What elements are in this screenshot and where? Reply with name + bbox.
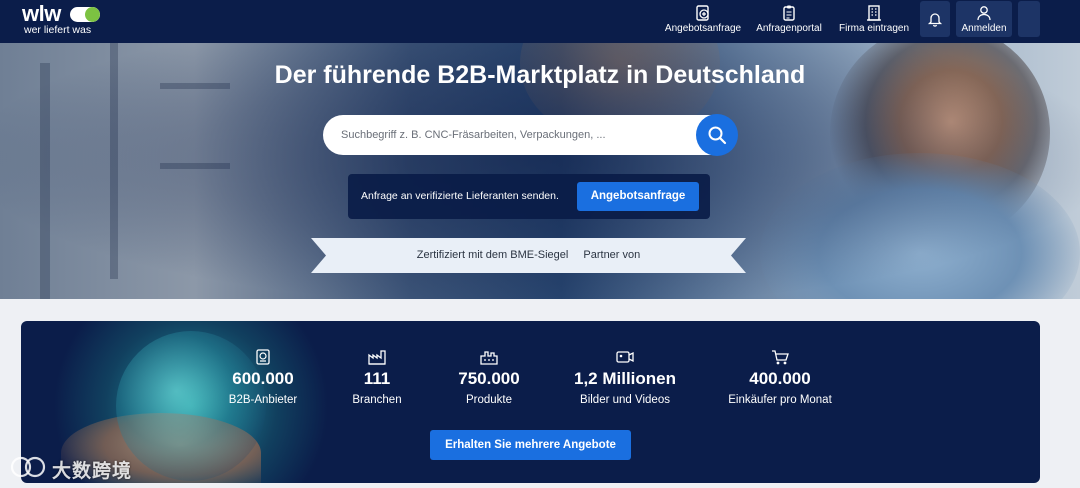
logo-tagline: wer liefert was [24,24,92,36]
bell-icon [927,13,943,27]
factory-icon [480,351,498,365]
stat-value: 400.000 [749,369,811,388]
stat-branchen: 111 Branchen [337,321,417,421]
login-label: Anmelden [961,23,1007,34]
search-icon [708,126,727,145]
watermark: 大数跨境 [8,454,148,484]
media-icon [616,351,634,363]
stat-label: Bilder und Videos [580,394,670,406]
nav-label: Anfragenportal [756,23,822,34]
search-bar [323,114,738,156]
watermark-text: 大数跨境 [52,461,133,482]
logo-pill-icon [70,7,100,22]
request-plus-icon [696,5,709,21]
top-navigation-bar: wlw wer liefert was Angebotsanfrage Anfr… [0,0,1080,43]
user-icon [977,6,991,21]
partner-text: Partner von [583,249,641,261]
get-offers-button[interactable]: Erhalten Sie mehrere Angebote [430,430,631,460]
stat-label: Branchen [352,394,402,406]
nav-angebotsanfrage[interactable]: Angebotsanfrage [663,0,743,43]
notifications-button[interactable] [920,1,950,37]
stats-band: 600.000 B2B-Anbieter 111 Branchen 750.00… [21,321,1040,483]
login-content: Anmelden [956,0,1012,43]
menu-button[interactable] [1018,1,1040,37]
industry-icon [368,350,386,365]
stat-einkaeufer: 400.000 Einkäufer pro Monat [715,321,845,421]
nav-anfragenportal[interactable]: Anfragenportal [753,0,825,43]
stat-label: Produkte [465,394,513,406]
search-input[interactable] [341,115,691,155]
nav-label: Firma eintragen [838,23,910,34]
logo-wordmark: wlw [22,1,61,26]
stat-bilder-videos: 1,2 Millionen Bilder und Videos [565,321,685,421]
stat-produkte: 750.000 Produkte [435,321,543,421]
cart-icon [772,350,789,365]
stat-value: 1,2 Millionen [573,369,677,388]
watermark-logo-icon [10,456,46,478]
nav-firma-eintragen[interactable]: Firma eintragen [836,0,912,43]
ribbon-content: Zertifiziert mit dem BME-Siegel Partner … [311,238,746,273]
badge-icon [256,349,270,365]
request-panel: Anfrage an verifizierte Lieferanten send… [348,174,710,219]
certified-text: Zertifiziert mit dem BME-Siegel [416,249,569,261]
clipboard-icon [783,5,795,21]
stat-value: 600.000 [232,369,294,388]
stat-value: 750.000 [458,369,520,388]
login-button[interactable]: Anmelden [956,1,1012,37]
stat-b2b-anbieter: 600.000 B2B-Anbieter [213,321,313,421]
stat-label: B2B-Anbieter [228,394,298,406]
hero-banner: Der führende B2B-Marktplatz in Deutschla… [0,43,1080,299]
stat-label: Einkäufer pro Monat [728,394,832,406]
nav-label: Angebotsanfrage [664,23,742,34]
building-icon [867,5,881,21]
wlw-logo[interactable]: wlw wer liefert was [22,3,112,39]
angebotsanfrage-button[interactable]: Angebotsanfrage [577,182,699,211]
stat-value: 111 [363,369,391,388]
certification-ribbon: Zertifiziert mit dem BME-Siegel Partner … [311,238,746,273]
hero-title: Der führende B2B-Marktplatz in Deutschla… [274,61,806,89]
request-text: Anfrage an verifizierte Lieferanten send… [361,190,559,202]
search-button[interactable] [696,114,738,156]
